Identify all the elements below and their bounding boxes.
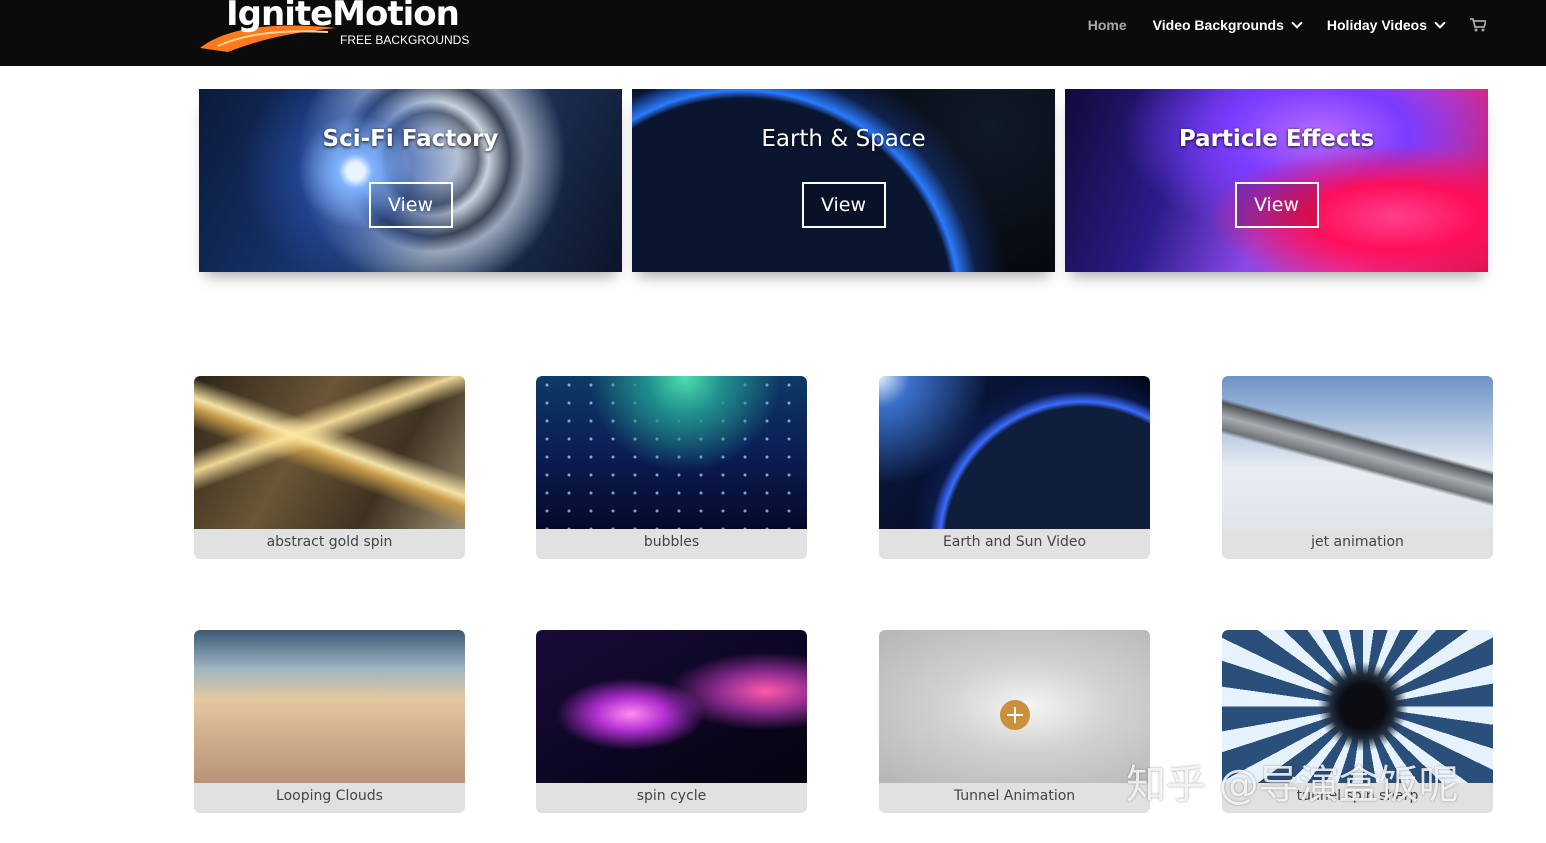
chevron-down-icon <box>1291 17 1303 29</box>
video-card[interactable]: Earth and Sun Video <box>879 376 1150 559</box>
site-logo[interactable]: IgniteMotion FREE BACKGROUNDS <box>198 0 470 60</box>
plus-icon[interactable] <box>1000 700 1030 730</box>
banner-title: Sci-Fi Factory <box>322 126 499 152</box>
video-thumbnail[interactable] <box>879 376 1150 529</box>
video-thumbnail[interactable] <box>1222 376 1493 529</box>
video-title[interactable]: bubbles <box>536 534 807 550</box>
nav-holiday-videos[interactable]: Holiday Videos <box>1326 17 1446 33</box>
video-card[interactable]: bubbles <box>536 376 807 559</box>
logo-title: IgniteMotion <box>226 0 460 34</box>
main-nav: Home Video Backgrounds Holiday Videos <box>1062 17 1486 33</box>
view-button[interactable]: View <box>801 182 886 228</box>
nav-video-backgrounds-label: Video Backgrounds <box>1152 17 1284 33</box>
video-title[interactable]: Tunnel Animation <box>879 788 1150 804</box>
cart-icon[interactable] <box>1470 18 1486 32</box>
banner-title: Earth & Space <box>761 126 926 152</box>
video-thumbnail[interactable] <box>194 376 465 529</box>
video-title[interactable]: Earth and Sun Video <box>879 534 1150 550</box>
video-thumbnail[interactable] <box>879 630 1150 783</box>
video-title[interactable]: Looping Clouds <box>194 788 465 804</box>
nav-home[interactable]: Home <box>1088 17 1127 33</box>
video-thumbnail[interactable] <box>536 376 807 529</box>
video-card[interactable]: Tunnel Animation <box>879 630 1150 813</box>
site-header: IgniteMotion FREE BACKGROUNDS Home Video… <box>0 0 1546 66</box>
banner-sci-fi-factory[interactable]: Sci-Fi Factory View <box>199 89 622 272</box>
banner-earth-space[interactable]: Earth & Space View <box>632 89 1055 272</box>
banner-title: Particle Effects <box>1178 126 1375 152</box>
video-card[interactable]: jet animation <box>1222 376 1493 559</box>
video-title[interactable]: jet animation <box>1222 534 1493 550</box>
watermark-text: 知乎 @导演盒饭呢 <box>1126 762 1459 808</box>
video-thumbnail[interactable] <box>194 630 465 783</box>
video-card[interactable]: Looping Clouds <box>194 630 465 813</box>
video-title[interactable]: abstract gold spin <box>194 534 465 550</box>
nav-home-label: Home <box>1087 17 1127 33</box>
banner-particle-effects[interactable]: Particle Effects View <box>1065 89 1488 272</box>
nav-video-backgrounds[interactable]: Video Backgrounds <box>1152 17 1303 33</box>
chevron-down-icon <box>1434 17 1446 29</box>
video-title[interactable]: spin cycle <box>536 788 807 804</box>
video-card[interactable]: abstract gold spin <box>194 376 465 559</box>
view-button[interactable]: View <box>1234 182 1319 228</box>
nav-holiday-videos-label: Holiday Videos <box>1326 17 1427 33</box>
logo-subtitle: FREE BACKGROUNDS <box>340 33 470 47</box>
video-card[interactable]: spin cycle <box>536 630 807 813</box>
view-button[interactable]: View <box>368 182 453 228</box>
video-thumbnail[interactable] <box>536 630 807 783</box>
